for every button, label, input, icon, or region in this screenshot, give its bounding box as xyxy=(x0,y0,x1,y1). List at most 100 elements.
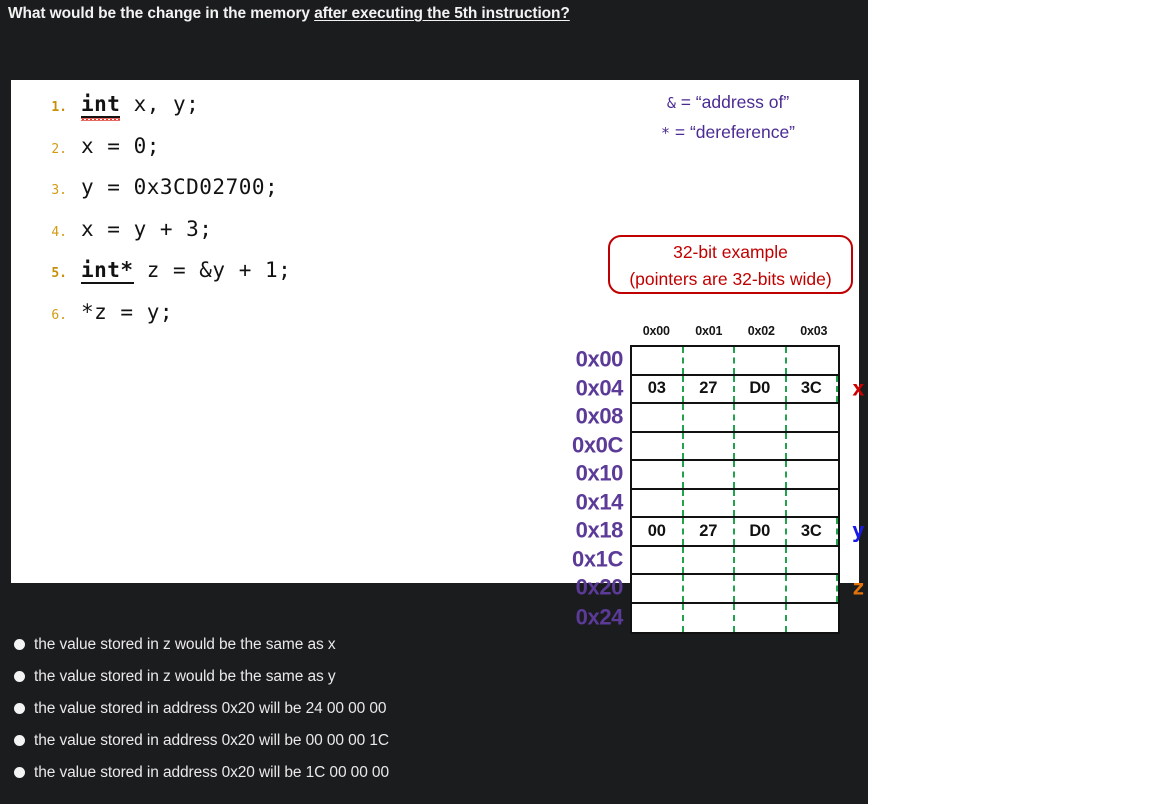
memory-row: 0x1C xyxy=(572,546,838,575)
memory-column-headers: 0x00 0x01 0x02 0x03 xyxy=(630,324,840,338)
code-rest: x, y; xyxy=(120,92,200,116)
memory-cell xyxy=(787,347,839,374)
memory-cell xyxy=(632,575,684,602)
memory-column-header: 0x01 xyxy=(695,324,723,338)
answer-option-4[interactable]: the value stored in address 0x20 will be… xyxy=(14,728,854,760)
memory-cell xyxy=(632,404,684,431)
memory-cell xyxy=(684,404,735,431)
legend-address-of: & = “address of” xyxy=(597,88,859,118)
question-text-plain: What would be the change in the memory xyxy=(8,5,315,22)
memory-cell: D0 xyxy=(735,375,787,402)
memory-row: 0x24 xyxy=(576,603,839,633)
memory-cell xyxy=(632,489,684,516)
memory-cell: 27 xyxy=(684,518,735,545)
memory-row-address: 0x14 xyxy=(575,489,624,515)
memory-row-address: 0x24 xyxy=(575,604,624,630)
answer-option-label: the value stored in z would be the same … xyxy=(34,668,336,685)
code-line-text: int x, y; xyxy=(81,92,200,118)
memory-cell xyxy=(735,347,787,374)
answer-options-list: the value stored in z would be the same … xyxy=(14,632,854,792)
memory-column-header: 0x02 xyxy=(747,324,775,338)
memory-cell xyxy=(787,433,839,460)
memory-row-address: 0x08 xyxy=(575,403,624,429)
pointer-legend: & = “address of” * = “dereference” xyxy=(597,88,859,148)
answer-option-1[interactable]: the value stored in z would be the same … xyxy=(14,632,854,664)
radio-button-icon[interactable] xyxy=(14,639,25,650)
memory-cell xyxy=(735,489,787,516)
memory-row-address: 0x10 xyxy=(575,460,624,486)
code-line: 4. x = y + 3; xyxy=(31,217,531,259)
code-line-text: *z = y; xyxy=(81,299,174,324)
slide-card: 1. int x, y; 2. x = 0; 3. y = 0x3CD02700… xyxy=(11,80,865,634)
code-keyword: int* xyxy=(81,258,134,284)
code-line-text: x = 0; xyxy=(81,133,160,158)
answer-option-label: the value stored in address 0x20 will be… xyxy=(34,700,387,717)
memory-cell xyxy=(684,461,735,488)
code-line: 5. int* z = &y + 1; xyxy=(31,258,531,300)
memory-cell xyxy=(735,546,787,573)
memory-cell xyxy=(684,489,735,516)
line-number: 3. xyxy=(51,183,67,198)
memory-cell xyxy=(632,347,684,374)
code-line-text: y = 0x3CD02700; xyxy=(81,175,279,199)
memory-row: 0x04 03 27 D0 3C x xyxy=(576,375,865,404)
memory-cell xyxy=(735,432,787,459)
memory-cell xyxy=(787,604,839,633)
memory-cell xyxy=(632,603,684,632)
answer-option-3[interactable]: the value stored in address 0x20 will be… xyxy=(14,696,854,728)
answer-option-label: the value stored in address 0x20 will be… xyxy=(34,764,389,781)
memory-cell xyxy=(632,432,684,459)
radio-button-icon[interactable] xyxy=(14,767,25,778)
memory-row-address: 0x00 xyxy=(575,346,624,372)
memory-cell: 3C xyxy=(787,375,838,402)
memory-column-header: 0x03 xyxy=(800,324,828,338)
memory-row: 0x20 z xyxy=(576,575,865,604)
memory-row: 0x18 00 27 D0 3C y xyxy=(576,518,865,547)
answer-option-2[interactable]: the value stored in z would be the same … xyxy=(14,664,854,696)
memory-cell xyxy=(735,603,787,632)
code-rest: z = &y + 1; xyxy=(133,258,292,282)
memory-cell xyxy=(787,575,838,602)
memory-cell xyxy=(684,603,735,632)
memory-row-address: 0x20 xyxy=(575,574,624,600)
line-number: 1. xyxy=(51,100,67,115)
code-line: 3. y = 0x3CD02700; xyxy=(31,175,531,217)
legend-dereference-text: = “dereference” xyxy=(670,122,796,142)
answer-option-5[interactable]: the value stored in address 0x20 will be… xyxy=(14,760,854,792)
memory-row-address: 0x18 xyxy=(575,517,624,543)
code-line: 1. int x, y; xyxy=(31,92,531,134)
memory-cell xyxy=(684,546,735,573)
radio-button-icon[interactable] xyxy=(14,735,25,746)
asterisk-icon: * xyxy=(660,124,671,142)
memory-cell xyxy=(684,347,735,374)
memory-cell xyxy=(787,461,839,488)
radio-button-icon[interactable] xyxy=(14,703,25,714)
memory-row: 0x08 xyxy=(576,404,838,433)
memory-row-address: 0x04 xyxy=(575,375,624,401)
radio-button-icon[interactable] xyxy=(14,671,25,682)
memory-diagram: 0x00 0x01 0x02 0x03 0x00 0x04 03 27 D0 3C x 0x08 0x… xyxy=(551,244,871,634)
memory-variable-marker-y: y xyxy=(852,518,865,543)
memory-cell xyxy=(684,432,735,459)
code-line-text: int* z = &y + 1; xyxy=(81,258,292,284)
memory-variable-marker-z: z xyxy=(852,575,865,600)
memory-row-address: 0x1C xyxy=(572,546,623,572)
line-number: 2. xyxy=(51,141,67,157)
question-text-emphasis: after executing the 5th instruction? xyxy=(314,5,570,22)
memory-cell: D0 xyxy=(735,518,787,545)
memory-row: 0x0C xyxy=(572,432,839,461)
memory-row: 0x10 xyxy=(576,461,839,490)
memory-row: 0x14 xyxy=(576,489,838,518)
memory-cell: 00 xyxy=(632,518,684,545)
line-number: 6. xyxy=(51,307,67,323)
page-title: What would be the change in the memory a… xyxy=(8,5,858,23)
memory-cell: 3C xyxy=(787,518,838,545)
line-number: 5. xyxy=(51,266,67,281)
memory-cell: 03 xyxy=(632,375,684,402)
memory-variable-marker-x: x xyxy=(852,376,865,401)
legend-address-of-text: = “address of” xyxy=(675,92,790,112)
memory-row-address: 0x0C xyxy=(572,432,623,458)
memory-cell xyxy=(632,461,684,488)
memory-column-header: 0x00 xyxy=(642,324,670,338)
answer-option-label: the value stored in address 0x20 will be… xyxy=(34,732,389,749)
